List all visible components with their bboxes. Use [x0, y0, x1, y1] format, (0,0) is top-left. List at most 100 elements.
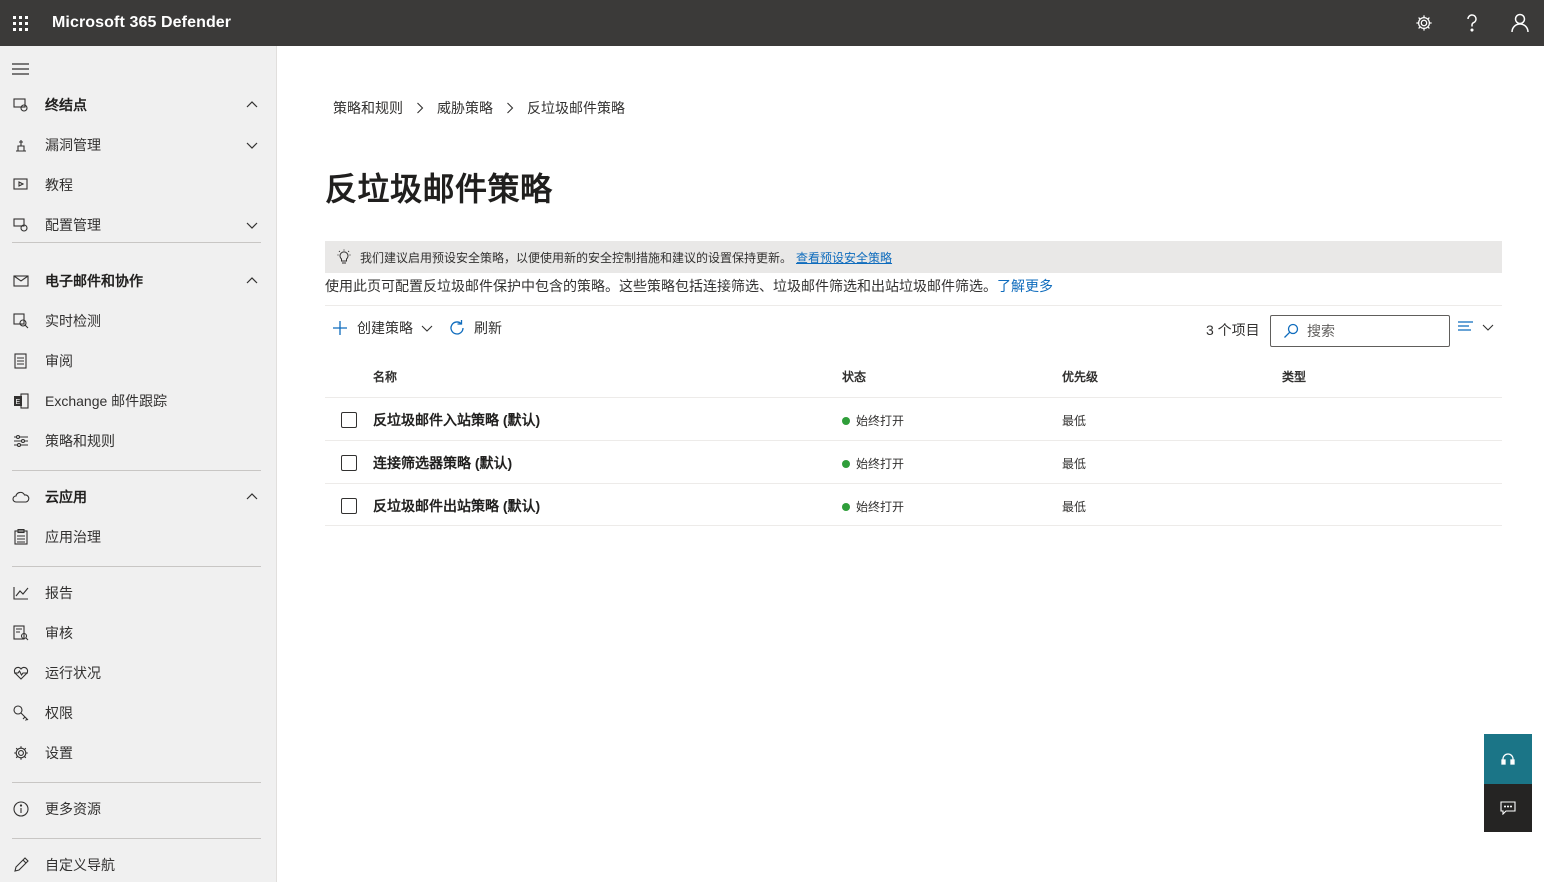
- group-by-button[interactable]: [1458, 320, 1494, 334]
- sidebar-item-realtime[interactable]: 实时检测: [0, 303, 277, 339]
- sidebar-item-endpoints[interactable]: 终结点: [0, 87, 277, 123]
- row-checkbox[interactable]: [341, 455, 357, 471]
- sidebar-item-exchange[interactable]: E Exchange 邮件跟踪: [0, 383, 277, 419]
- sidebar-item-label: 审阅: [45, 353, 73, 369]
- nav-divider: [12, 242, 261, 243]
- config-icon: [12, 216, 30, 234]
- policies-icon: [12, 432, 30, 450]
- priority-cell: 最低: [1062, 500, 1087, 514]
- table-row[interactable]: 反垃圾邮件出站策略 (默认) 始终打开 最低: [325, 483, 1502, 526]
- item-count: 3 个项目: [1206, 322, 1260, 338]
- chat-icon: [1500, 801, 1516, 815]
- sidebar-item-app-governance[interactable]: 应用治理: [0, 519, 277, 555]
- mail-icon: [12, 272, 30, 290]
- nav-divider: [12, 566, 261, 567]
- sidebar-item-label: 配置管理: [45, 217, 101, 233]
- sidebar-item-label: Exchange 邮件跟踪: [45, 393, 168, 409]
- search-input[interactable]: [1270, 315, 1450, 347]
- status-text: 始终打开: [856, 414, 905, 428]
- create-policy-button[interactable]: 创建策略: [332, 318, 433, 338]
- status-cell: 始终打开: [842, 455, 904, 472]
- review-icon: [12, 352, 30, 370]
- settings-icon[interactable]: [1400, 0, 1448, 46]
- row-checkbox[interactable]: [341, 498, 357, 514]
- sidebar-item-label: 报告: [45, 585, 73, 601]
- sidebar-item-permissions[interactable]: 权限: [0, 695, 277, 731]
- account-icon[interactable]: [1496, 0, 1544, 46]
- top-bar: Microsoft 365 Defender: [0, 0, 1544, 46]
- sidebar-item-customize-nav[interactable]: 自定义导航: [0, 847, 277, 882]
- nav-divider: [12, 782, 261, 783]
- view-preset-policies-link[interactable]: 查看预设安全策略: [796, 249, 892, 266]
- chevron-right-icon: [413, 101, 427, 115]
- hamburger-icon[interactable]: [12, 62, 32, 76]
- sidebar-item-label: 自定义导航: [45, 857, 115, 873]
- cloud-icon: [12, 488, 30, 506]
- feedback-button[interactable]: [1484, 784, 1532, 832]
- sidebar-item-vulnerability[interactable]: 漏洞管理: [0, 127, 277, 163]
- breadcrumb-item[interactable]: 策略和规则: [333, 98, 403, 118]
- banner-text: 我们建议启用预设安全策略，以便使用新的安全控制措施和建议的设置保持更新。: [360, 250, 793, 265]
- status-dot-icon: [842, 416, 850, 425]
- search-field[interactable]: [1307, 323, 1437, 339]
- svg-text:E: E: [16, 399, 21, 406]
- sidebar-item-policies[interactable]: 策略和规则: [0, 423, 277, 459]
- refresh-button[interactable]: 刷新: [448, 318, 502, 338]
- create-policy-label: 创建策略: [357, 320, 413, 336]
- breadcrumb-item[interactable]: 威胁策略: [437, 98, 493, 118]
- chevron-down-icon: [1482, 324, 1494, 331]
- status-cell: 始终打开: [842, 498, 904, 515]
- column-header-priority[interactable]: 优先级: [1062, 368, 1098, 385]
- sidebar-item-more-resources[interactable]: 更多资源: [0, 791, 277, 827]
- chevron-down-icon[interactable]: [245, 138, 259, 152]
- learn-more-link[interactable]: 了解更多: [997, 278, 1053, 294]
- status-dot-icon: [842, 502, 850, 511]
- waffle-icon[interactable]: [0, 0, 40, 46]
- sidebar-item-review[interactable]: 审阅: [0, 343, 277, 379]
- realtime-icon: [12, 312, 30, 330]
- chevron-up-icon[interactable]: [245, 98, 259, 112]
- sidebar-item-cloud[interactable]: 云应用: [0, 479, 277, 515]
- page-title: 反垃圾邮件策略: [325, 171, 553, 207]
- refresh-icon: [450, 320, 464, 335]
- breadcrumb-item-current: 反垃圾邮件策略: [527, 100, 625, 116]
- policy-name[interactable]: 反垃圾邮件出站策略 (默认): [373, 496, 540, 516]
- sidebar-item-config[interactable]: 配置管理: [0, 207, 277, 243]
- chevron-down-icon[interactable]: [245, 218, 259, 232]
- sidebar-item-health[interactable]: 运行状况: [0, 655, 277, 691]
- page-description: 使用此页可配置反垃圾邮件保护中包含的策略。这些策略包括连接筛选、垃圾邮件筛选和出…: [325, 276, 1053, 296]
- help-icon[interactable]: [1448, 0, 1496, 46]
- sidebar-item-label: 教程: [45, 177, 73, 193]
- sidebar-item-email[interactable]: 电子邮件和协作: [0, 263, 277, 299]
- sidebar-item-settings[interactable]: 设置: [0, 735, 277, 771]
- sidebar-item-label: 设置: [45, 745, 73, 761]
- sidebar-item-tutorials[interactable]: 教程: [0, 167, 277, 203]
- column-header-type[interactable]: 类型: [1282, 368, 1306, 385]
- chevron-up-icon[interactable]: [245, 274, 259, 288]
- policy-name[interactable]: 反垃圾邮件入站策略 (默认): [373, 410, 540, 430]
- divider: [325, 305, 1502, 306]
- status-text: 始终打开: [856, 457, 905, 471]
- sidebar-item-label: 电子邮件和协作: [45, 273, 143, 289]
- policy-name[interactable]: 连接筛选器策略 (默认): [373, 453, 512, 473]
- refresh-label: 刷新: [474, 320, 502, 336]
- row-checkbox[interactable]: [341, 412, 357, 428]
- sidebar-item-label: 运行状况: [45, 665, 101, 681]
- chevron-up-icon[interactable]: [245, 490, 259, 504]
- table-row[interactable]: 反垃圾邮件入站策略 (默认) 始终打开 最低: [325, 397, 1502, 440]
- table-row[interactable]: 连接筛选器策略 (默认) 始终打开 最低: [325, 440, 1502, 483]
- column-header-status[interactable]: 状态: [842, 368, 866, 385]
- sidebar-item-label: 应用治理: [45, 529, 101, 545]
- chevron-right-icon: [503, 101, 517, 115]
- sidebar-item-label: 审核: [45, 625, 73, 641]
- sidebar-item-reports[interactable]: 报告: [0, 575, 277, 611]
- column-header-name[interactable]: 名称: [373, 368, 397, 385]
- headset-icon: [1501, 753, 1515, 765]
- breadcrumb: 策略和规则 威胁策略 反垃圾邮件策略: [333, 98, 625, 118]
- app-title[interactable]: Microsoft 365 Defender: [52, 14, 231, 32]
- help-support-button[interactable]: [1484, 734, 1532, 784]
- sidebar-item-label: 策略和规则: [45, 433, 115, 449]
- tutorials-icon: [12, 176, 30, 194]
- sidebar: 终结点 漏洞管理 教程 配置管理 电子邮件和协作 实时检测 审阅 E Excha…: [0, 46, 277, 882]
- sidebar-item-audit[interactable]: 审核: [0, 615, 277, 651]
